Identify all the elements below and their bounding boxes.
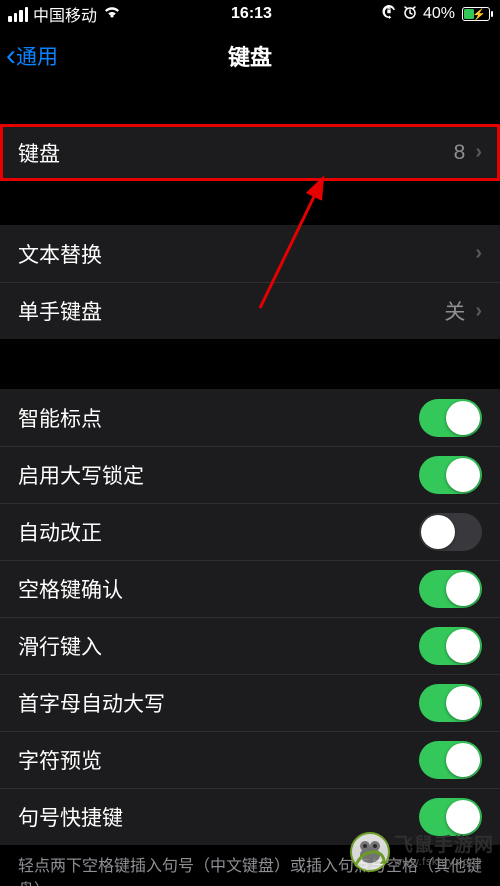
chevron-right-icon: › xyxy=(475,300,482,323)
watermark-name: 飞鼠手游网 xyxy=(394,836,494,857)
row-label: 键盘 xyxy=(18,138,60,168)
nav-header: ‹ 通用 键盘 xyxy=(0,28,500,84)
toggle-switch[interactable] xyxy=(419,684,482,722)
toggle-label: 句号快捷键 xyxy=(18,802,123,832)
battery-percent: 40% xyxy=(423,5,455,23)
row-value: 关 xyxy=(444,296,465,326)
watermark-url: www.fsktgy.com xyxy=(394,856,494,868)
toggle-switch[interactable] xyxy=(419,456,482,494)
watermark: 飞鼠手游网 www.fsktgy.com xyxy=(350,832,494,872)
clock: 16:13 xyxy=(231,5,272,23)
status-bar: 中国移动 16:13 40% ⚡ xyxy=(0,0,500,28)
toggle-label: 空格键确认 xyxy=(18,574,123,604)
row-toggle: 启用大写锁定 xyxy=(0,446,500,503)
toggle-label: 自动改正 xyxy=(18,517,102,547)
toggle-switch[interactable] xyxy=(419,513,482,551)
toggle-switch[interactable] xyxy=(419,798,482,836)
row-one-handed-keyboard[interactable]: 单手键盘 关 › xyxy=(0,282,500,339)
row-toggle: 智能标点 xyxy=(0,389,500,446)
signal-icon xyxy=(8,7,28,22)
row-value: 8 xyxy=(454,141,466,165)
row-label: 单手键盘 xyxy=(18,296,102,326)
toggle-label: 智能标点 xyxy=(18,403,102,433)
battery-icon: ⚡ xyxy=(460,7,490,21)
toggle-switch[interactable] xyxy=(419,627,482,665)
row-toggle: 自动改正 xyxy=(0,503,500,560)
rotation-lock-icon xyxy=(381,4,397,25)
toggle-label: 滑行键入 xyxy=(18,631,102,661)
page-title: 键盘 xyxy=(228,40,272,72)
row-text-replacement[interactable]: 文本替换 › xyxy=(0,225,500,282)
toggle-label: 启用大写锁定 xyxy=(18,460,144,490)
wifi-icon xyxy=(102,5,122,24)
row-keyboards[interactable]: 键盘 8 › xyxy=(0,124,500,181)
back-button[interactable]: ‹ 通用 xyxy=(6,28,58,84)
row-label: 文本替换 xyxy=(18,239,102,269)
toggle-switch[interactable] xyxy=(419,399,482,437)
alarm-icon xyxy=(402,4,418,25)
toggle-label: 字符预览 xyxy=(18,745,102,775)
row-toggle: 首字母自动大写 xyxy=(0,674,500,731)
chevron-right-icon: › xyxy=(475,141,482,164)
row-toggle: 字符预览 xyxy=(0,731,500,788)
carrier-label: 中国移动 xyxy=(33,2,97,26)
chevron-right-icon: › xyxy=(475,242,482,265)
toggle-switch[interactable] xyxy=(419,570,482,608)
toggle-switch[interactable] xyxy=(419,741,482,779)
toggle-label: 首字母自动大写 xyxy=(18,688,165,718)
back-label: 通用 xyxy=(16,41,58,71)
row-toggle: 空格键确认 xyxy=(0,560,500,617)
row-toggle: 滑行键入 xyxy=(0,617,500,674)
watermark-logo-icon xyxy=(350,832,390,872)
chevron-left-icon: ‹ xyxy=(6,41,16,71)
